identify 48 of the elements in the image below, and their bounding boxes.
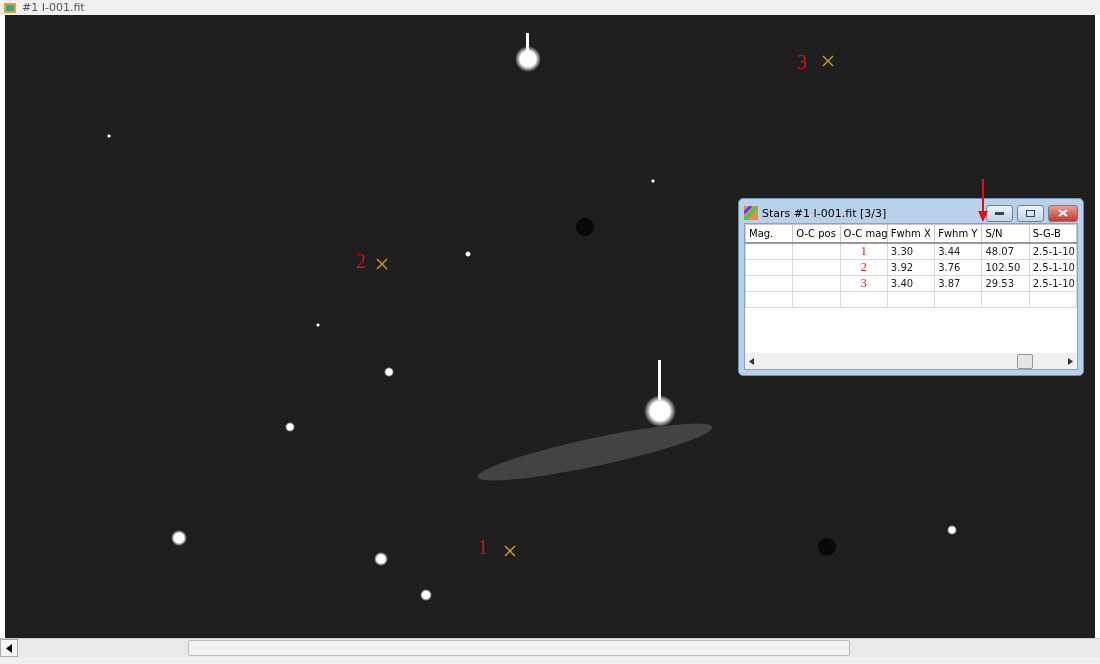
crosshair-icon: [504, 545, 516, 557]
crosshair-icon: [376, 258, 388, 270]
window-title: #1 I-001.fit: [22, 1, 85, 14]
table-cell: 3.40: [887, 275, 935, 292]
column-header[interactable]: Fwhm X: [887, 224, 935, 243]
column-header[interactable]: Fwhm Y: [934, 224, 982, 243]
scroll-right-icon[interactable]: [1068, 357, 1073, 365]
column-header[interactable]: S-G-B: [1029, 224, 1077, 243]
close-icon: [1058, 209, 1068, 217]
scroll-left-icon[interactable]: [749, 357, 754, 365]
table-cell: 3.92: [887, 259, 935, 276]
table-cell: [792, 243, 841, 260]
table-cell: 29.53: [981, 275, 1030, 292]
app-icon: [744, 206, 758, 220]
table-cell: 3: [840, 275, 888, 292]
table-cell: 2.5-1-10: [1029, 259, 1077, 276]
minimize-button[interactable]: [986, 204, 1013, 222]
table-cell: 3.44: [934, 243, 982, 260]
crosshair-icon: [822, 55, 834, 67]
maximize-button[interactable]: [1017, 204, 1044, 222]
arrow-icon: [977, 179, 989, 223]
table-cell: 3.87: [934, 275, 982, 292]
star-marker-label: 3: [797, 52, 807, 72]
table-cell: 2.5-1-10: [1029, 275, 1077, 292]
table-cell: 2.5-1-10: [1029, 243, 1077, 260]
table-cell: [745, 259, 793, 276]
horizontal-scrollbar[interactable]: [0, 638, 1100, 657]
table-cell: 3.30: [887, 243, 935, 260]
star-marker-label: 2: [356, 251, 366, 271]
scroll-left-icon[interactable]: [6, 643, 12, 653]
minimize-icon: [995, 211, 1004, 215]
table-cell: 2: [840, 259, 888, 276]
app-icon: [4, 2, 16, 13]
table-cell: [745, 243, 793, 260]
table-cell: 3.76: [934, 259, 982, 276]
table-cell: 102.50: [981, 259, 1030, 276]
star-marker-label: 1: [478, 537, 488, 557]
table-cell: [792, 259, 841, 276]
column-header[interactable]: Mag.: [745, 224, 793, 243]
table-cell: 48.07: [981, 243, 1030, 260]
close-button[interactable]: [1048, 204, 1078, 222]
window-title: Stars #1 I-001.fit [3/3]: [762, 206, 888, 220]
horizontal-scrollbar[interactable]: [745, 353, 1077, 369]
column-header[interactable]: S/N: [981, 224, 1030, 243]
table-cell: 1: [840, 243, 888, 260]
column-header[interactable]: O-C mag: [840, 224, 888, 243]
column-header[interactable]: O-C pos: [792, 224, 841, 243]
maximize-icon: [1026, 209, 1035, 217]
